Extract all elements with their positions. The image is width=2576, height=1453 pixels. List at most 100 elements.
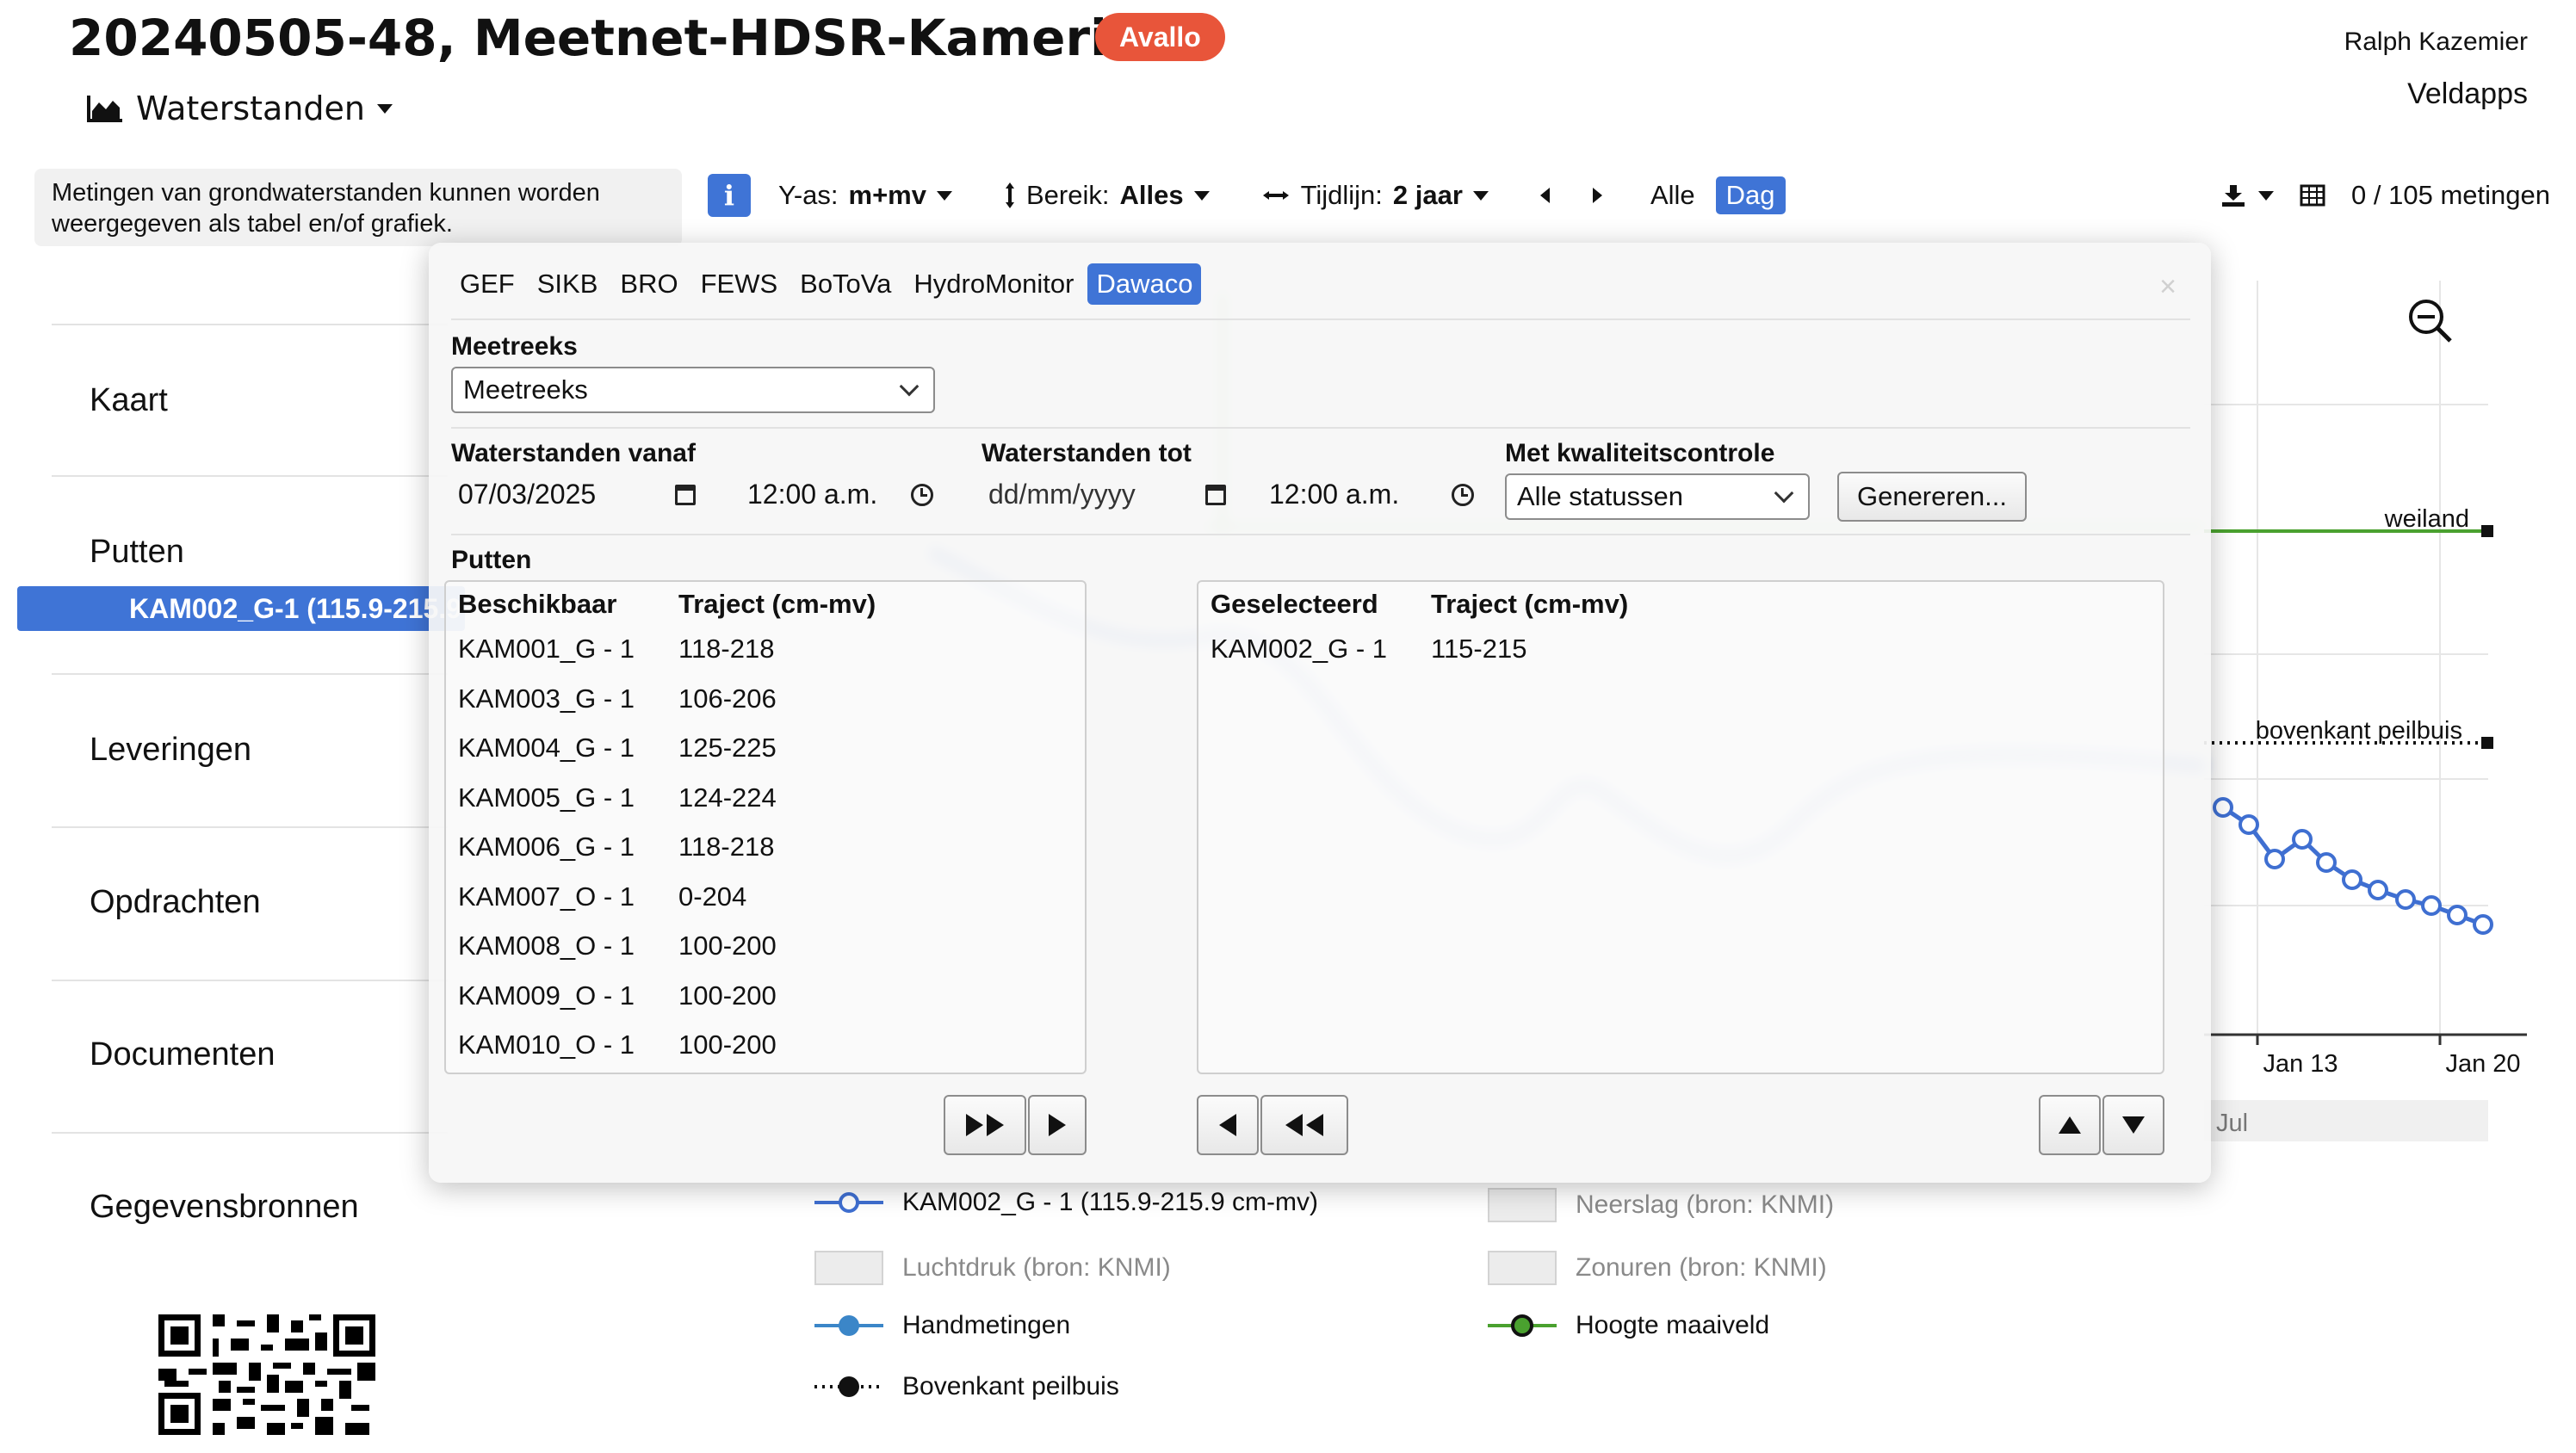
available-well-range: 100-200 — [678, 931, 777, 961]
calendar-icon[interactable] — [675, 484, 696, 505]
double-arrow-left-icon — [1285, 1114, 1303, 1136]
legend-item-neerslag[interactable]: Neerslag (bron: KNMI) — [1488, 1188, 1834, 1222]
series-point — [2342, 869, 2362, 890]
legend-item-handmetingen[interactable]: Handmetingen — [814, 1311, 1070, 1340]
tab-hydromonitor[interactable]: HydroMonitor — [905, 263, 1082, 305]
meetreeks-value: Meetreeks — [463, 374, 588, 405]
from-date-value: 07/03/2025 — [458, 479, 597, 510]
ground-level-label: weiland — [2384, 505, 2469, 533]
available-well-name: KAM010_O - 1 — [458, 1029, 635, 1060]
tab-sikb[interactable]: SIKB — [529, 263, 607, 305]
legend-item-bovenkant[interactable]: Bovenkant peilbuis — [814, 1372, 1119, 1401]
selected-wells-list[interactable]: Geselecteerd Traject (cm-mv) KAM002_G - … — [1197, 580, 2164, 1074]
series-point — [2316, 852, 2337, 873]
divider — [451, 318, 2190, 320]
top-of-pipe-label: bovenkant peilbuis — [2256, 717, 2462, 745]
available-row[interactable]: KAM006_G - 1 118-218 — [458, 832, 774, 863]
to-date-value: dd/mm/yyyy — [988, 479, 1136, 510]
tab-gef[interactable]: GEF — [451, 263, 523, 305]
available-well-name: KAM001_G - 1 — [458, 634, 635, 664]
selected-row[interactable]: KAM002_G - 1 115-215 — [1211, 634, 1526, 665]
series-point — [2447, 905, 2468, 925]
zoom-out-icon[interactable] — [2409, 300, 2452, 343]
tab-dawaco[interactable]: Dawaco — [1087, 263, 1202, 305]
selected-header: Geselecteerd Traject (cm-mv) — [1211, 589, 1628, 620]
from-time-input[interactable]: 12:00 a.m. — [747, 479, 933, 510]
available-well-range: 106-206 — [678, 683, 777, 714]
legend-label: Handmetingen — [902, 1311, 1071, 1339]
legend-item-zonuren[interactable]: Zonuren (bron: KNMI) — [1488, 1251, 1827, 1285]
available-header: Beschikbaar Traject (cm-mv) — [458, 589, 876, 620]
available-row[interactable]: KAM003_G - 1 106-206 — [458, 683, 777, 714]
chevron-down-icon — [1774, 483, 1794, 504]
selected-well-range: 115-215 — [1431, 634, 1527, 664]
available-well-range: 125-225 — [678, 733, 777, 763]
available-row[interactable]: KAM009_O - 1 100-200 — [458, 980, 777, 1011]
legend-swatch — [1488, 1251, 1557, 1285]
add-all-button[interactable] — [944, 1095, 1026, 1155]
available-well-name: KAM004_G - 1 — [458, 733, 635, 763]
available-well-range: 0-204 — [678, 881, 747, 912]
tab-fews[interactable]: FEWS — [692, 263, 787, 305]
quality-select[interactable]: Alle statussen — [1505, 473, 1810, 520]
available-well-name: KAM005_G - 1 — [458, 782, 635, 813]
tab-botova[interactable]: BoToVa — [791, 263, 900, 305]
available-row[interactable]: KAM007_O - 1 0-204 — [458, 881, 746, 912]
available-row[interactable]: KAM001_G - 1 118-218 — [458, 634, 774, 665]
legend-item-maaiveld[interactable]: Hoogte maaiveld — [1488, 1311, 1769, 1340]
line-dot-icon — [1488, 1314, 1557, 1337]
line-dot-icon — [814, 1315, 883, 1336]
navigator-label: Jul — [2216, 1110, 2248, 1137]
selected-col-range: Traject (cm-mv) — [1431, 589, 1629, 619]
quality-value: Alle statussen — [1517, 481, 1683, 511]
available-row[interactable]: KAM010_O - 1 100-200 — [458, 1029, 777, 1060]
available-row[interactable]: KAM005_G - 1 124-224 — [458, 782, 777, 813]
remove-all-button[interactable] — [1260, 1095, 1348, 1155]
tab-bro[interactable]: BRO — [611, 263, 686, 305]
double-arrow-left-icon — [1306, 1114, 1323, 1136]
selected-well-name: KAM002_G - 1 — [1211, 634, 1388, 664]
legend-label: KAM002_G - 1 (115.9-215.9 cm-mv) — [902, 1188, 1318, 1216]
available-well-range: 100-200 — [678, 980, 777, 1011]
remove-button[interactable] — [1197, 1095, 1259, 1155]
series-point — [2239, 814, 2259, 835]
series-point — [2395, 889, 2416, 910]
chevron-down-icon — [899, 376, 920, 397]
legend-label: Hoogte maaiveld — [1576, 1311, 1770, 1339]
available-wells-list[interactable]: Beschikbaar Traject (cm-mv) KAM001_G - 1… — [444, 580, 1087, 1074]
available-well-name: KAM007_O - 1 — [458, 881, 635, 912]
arrow-right-icon — [1049, 1114, 1066, 1136]
available-well-name: KAM008_O - 1 — [458, 931, 635, 961]
wells-label: Putten — [451, 546, 532, 574]
calendar-icon[interactable] — [1205, 484, 1226, 505]
legend-item-luchtdruk[interactable]: Luchtdruk (bron: KNMI) — [814, 1251, 1171, 1285]
available-well-name: KAM009_O - 1 — [458, 980, 635, 1011]
available-row[interactable]: KAM008_O - 1 100-200 — [458, 931, 777, 961]
meetreeks-select[interactable]: Meetreeks — [451, 367, 935, 413]
legend-label: Bovenkant peilbuis — [902, 1372, 1119, 1400]
series-point — [2264, 849, 2285, 869]
to-time-value: 12:00 a.m. — [1269, 479, 1400, 510]
to-date-input[interactable]: dd/mm/yyyy — [988, 479, 1226, 510]
kam002-series — [2213, 797, 2493, 935]
double-arrow-right-icon — [966, 1114, 983, 1136]
close-icon[interactable]: × — [2159, 270, 2177, 304]
series-point — [2292, 829, 2313, 850]
move-down-button[interactable] — [2102, 1095, 2164, 1155]
move-up-button[interactable] — [2039, 1095, 2101, 1155]
from-date-input[interactable]: 07/03/2025 — [458, 479, 696, 510]
ground-level-marker — [2481, 525, 2493, 537]
series-point — [2421, 895, 2442, 916]
clock-icon[interactable] — [911, 483, 933, 506]
legend-swatch — [814, 1251, 883, 1285]
available-well-range: 100-200 — [678, 1029, 777, 1060]
x-tick-label: Jan 20 — [2445, 1050, 2520, 1078]
to-time-input[interactable]: 12:00 a.m. — [1269, 479, 1474, 510]
add-button[interactable] — [1028, 1095, 1087, 1155]
generate-button[interactable]: Genereren... — [1837, 472, 2027, 522]
format-tabs: GEF SIKB BRO FEWS BoToVa HydroMonitor Dawaco — [451, 263, 1202, 305]
legend-item-kam002[interactable]: KAM002_G - 1 (115.9-215.9 cm-mv) — [814, 1188, 1318, 1217]
clock-icon[interactable] — [1452, 483, 1474, 506]
quality-label: Met kwaliteitscontrole — [1505, 439, 1775, 467]
available-row[interactable]: KAM004_G - 1 125-225 — [458, 733, 777, 764]
